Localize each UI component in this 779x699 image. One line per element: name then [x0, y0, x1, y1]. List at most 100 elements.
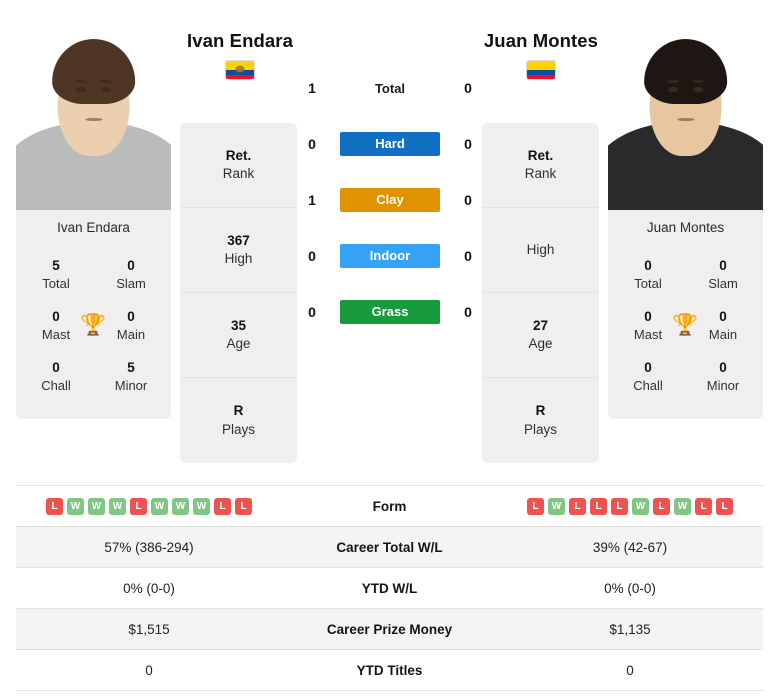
- surface-grass-button[interactable]: Grass: [340, 300, 440, 324]
- form-badge: W: [632, 497, 649, 515]
- comparison-header-area: Ivan Endara Juan Montes Ivan Endara 5 To…: [0, 0, 779, 485]
- form-badge: L: [611, 497, 628, 515]
- titles-grid-left: 5 Total 0 Slam 0 Mast 🏆 0 Main 0 Chall 5…: [16, 246, 171, 419]
- flag-emblem: [235, 65, 245, 73]
- form-badge: W: [548, 497, 565, 515]
- portrait-eye-left: [76, 87, 86, 93]
- surface-row-indoor: 0 Indoor 0: [300, 228, 480, 284]
- player-card-right: Juan Montes 0 Total 0 Slam 0 Mast 🏆 0 Ma…: [608, 18, 763, 419]
- form-left: LWWWLWWWLL: [16, 497, 282, 515]
- form-badge: L: [130, 497, 147, 515]
- surface-hard-left-value: 0: [308, 136, 316, 152]
- surface-row-total: 1 Total 0: [300, 60, 480, 116]
- surface-clay-button[interactable]: Clay: [340, 188, 440, 212]
- surface-hard-button[interactable]: Hard: [340, 132, 440, 156]
- surface-indoor-right-value: 0: [464, 248, 472, 264]
- ytd-titles-right: 0: [626, 662, 634, 678]
- rank-cell-age-right: 27 Age: [482, 293, 599, 378]
- form-badge: L: [214, 497, 231, 515]
- titles-slam-right: 0 Slam: [708, 258, 738, 291]
- form-badge: W: [109, 497, 126, 515]
- surface-total-left-value: 1: [308, 80, 316, 96]
- portrait-left: [16, 18, 171, 210]
- rank-cell-plays-right: R Plays: [523, 403, 557, 437]
- surface-grass-right-value: 0: [464, 304, 472, 320]
- titles-minor-left: 5 Minor: [114, 359, 148, 393]
- table-row-career-prize-money: $1,515 Career Prize Money $1,135: [16, 609, 763, 650]
- player-name-left: Ivan Endara: [187, 30, 293, 51]
- titles-row-chall-minor: 0 Chall 0 Minor: [614, 352, 757, 403]
- flag-band-red: [527, 74, 555, 79]
- surface-indoor-button[interactable]: Indoor: [340, 244, 440, 268]
- trophy-icon: 🏆: [80, 314, 107, 338]
- portrait-eye-right: [101, 87, 111, 93]
- titles-grid-right: 0 Total 0 Slam 0 Mast 🏆 0 Main 0 Chall 0…: [608, 246, 763, 419]
- table-row-ytd-wl: 0% (0-0) YTD W/L 0% (0-0): [16, 568, 763, 609]
- titles-minor-right: 0 Minor: [706, 359, 740, 393]
- surface-clay-left-value: 1: [308, 192, 316, 208]
- surface-row-grass: 0 Grass 0: [300, 284, 480, 340]
- ytd-wl-right: 0% (0-0): [604, 580, 656, 596]
- titles-mast-right: 0 Mast: [633, 308, 663, 342]
- ecuador-flag-icon: [225, 60, 255, 80]
- table-label-career-total-wl: Career Total W/L: [336, 539, 443, 555]
- career-total-wl-right: 39% (42-67): [592, 539, 668, 555]
- portrait-eye-right: [693, 87, 703, 93]
- form-strip-right: LWLLLWLWLL: [497, 497, 763, 515]
- surface-total-label: Total: [374, 80, 406, 96]
- form-badge: W: [674, 497, 691, 515]
- rank-card-left: Ret. Rank 367 High 35 Age R Plays: [180, 123, 297, 463]
- rank-card-right: Ret. Rank High 27 Age R Plays: [482, 123, 599, 463]
- ytd-titles-left: 0: [145, 662, 153, 678]
- surface-hard-right-value: 0: [464, 136, 472, 152]
- titles-total-right: 0 Total: [634, 258, 662, 291]
- colombia-flag-icon: [526, 60, 556, 80]
- table-row-career-total-wl: 57% (386-294) Career Total W/L 39% (42-6…: [16, 527, 763, 568]
- form-badge: W: [88, 497, 105, 515]
- form-badge: L: [653, 497, 670, 515]
- surface-total-right-value: 0: [464, 80, 472, 96]
- career-total-wl-left: 57% (386-294): [104, 539, 194, 555]
- flag-band-red: [226, 74, 254, 79]
- titles-chall-left: 0 Chall: [41, 359, 71, 393]
- player-card-left: Ivan Endara 5 Total 0 Slam 0 Mast 🏆 0 Ma…: [16, 18, 171, 419]
- surface-clay-right-value: 0: [464, 192, 472, 208]
- form-strip-left: LWWWLWWWLL: [16, 497, 282, 515]
- portrait-hair: [51, 39, 136, 105]
- form-badge: W: [151, 497, 168, 515]
- table-label-career-prize-money: Career Prize Money: [326, 621, 453, 637]
- rank-cell-high-left: 367 High: [180, 208, 297, 293]
- titles-chall-right: 0 Chall: [633, 359, 663, 393]
- titles-row-total-slam: 0 Total 0 Slam: [614, 250, 757, 301]
- surface-indoor-left-value: 0: [308, 248, 316, 264]
- surface-row-clay: 1 Clay 0: [300, 172, 480, 228]
- table-label-ytd-wl: YTD W/L: [361, 580, 418, 596]
- form-badge: L: [46, 497, 63, 515]
- portrait-hair: [643, 39, 728, 105]
- surface-grass-left-value: 0: [308, 304, 316, 320]
- rank-cell-high-right: High: [482, 208, 599, 293]
- titles-total-left: 5 Total: [42, 258, 70, 291]
- surface-breakdown: 1 Total 0 0 Hard 0 1 Clay 0 0 Indoor 0 0: [300, 60, 480, 340]
- surface-row-hard: 0 Hard 0: [300, 116, 480, 172]
- rank-cell-age-left: 35 Age: [180, 293, 297, 378]
- form-badge: L: [235, 497, 252, 515]
- portrait-right: [608, 18, 763, 210]
- flag-band-yellow: [527, 61, 555, 70]
- trophy-icon: 🏆: [672, 314, 699, 338]
- form-badge: W: [172, 497, 189, 515]
- career-prize-money-right: $1,135: [609, 621, 651, 637]
- titles-main-left: 0 Main: [116, 308, 146, 342]
- titles-main-right: 0 Main: [708, 308, 738, 342]
- table-label-ytd-titles: YTD Titles: [356, 662, 423, 678]
- form-right: LWLLLWLWLL: [497, 497, 763, 515]
- table-row-form: LWWWLWWWLL Form LWLLLWLWLL: [16, 486, 763, 527]
- titles-row-total-slam: 5 Total 0 Slam: [22, 250, 165, 301]
- titles-row-chall-minor: 0 Chall 5 Minor: [22, 352, 165, 403]
- portrait-eye-left: [668, 87, 678, 93]
- form-badge: L: [527, 497, 544, 515]
- titles-mast-left: 0 Mast: [41, 308, 71, 342]
- rank-cell-rank-right: Ret. Rank: [482, 123, 599, 208]
- ytd-wl-left: 0% (0-0): [123, 580, 175, 596]
- career-prize-money-left: $1,515: [128, 621, 170, 637]
